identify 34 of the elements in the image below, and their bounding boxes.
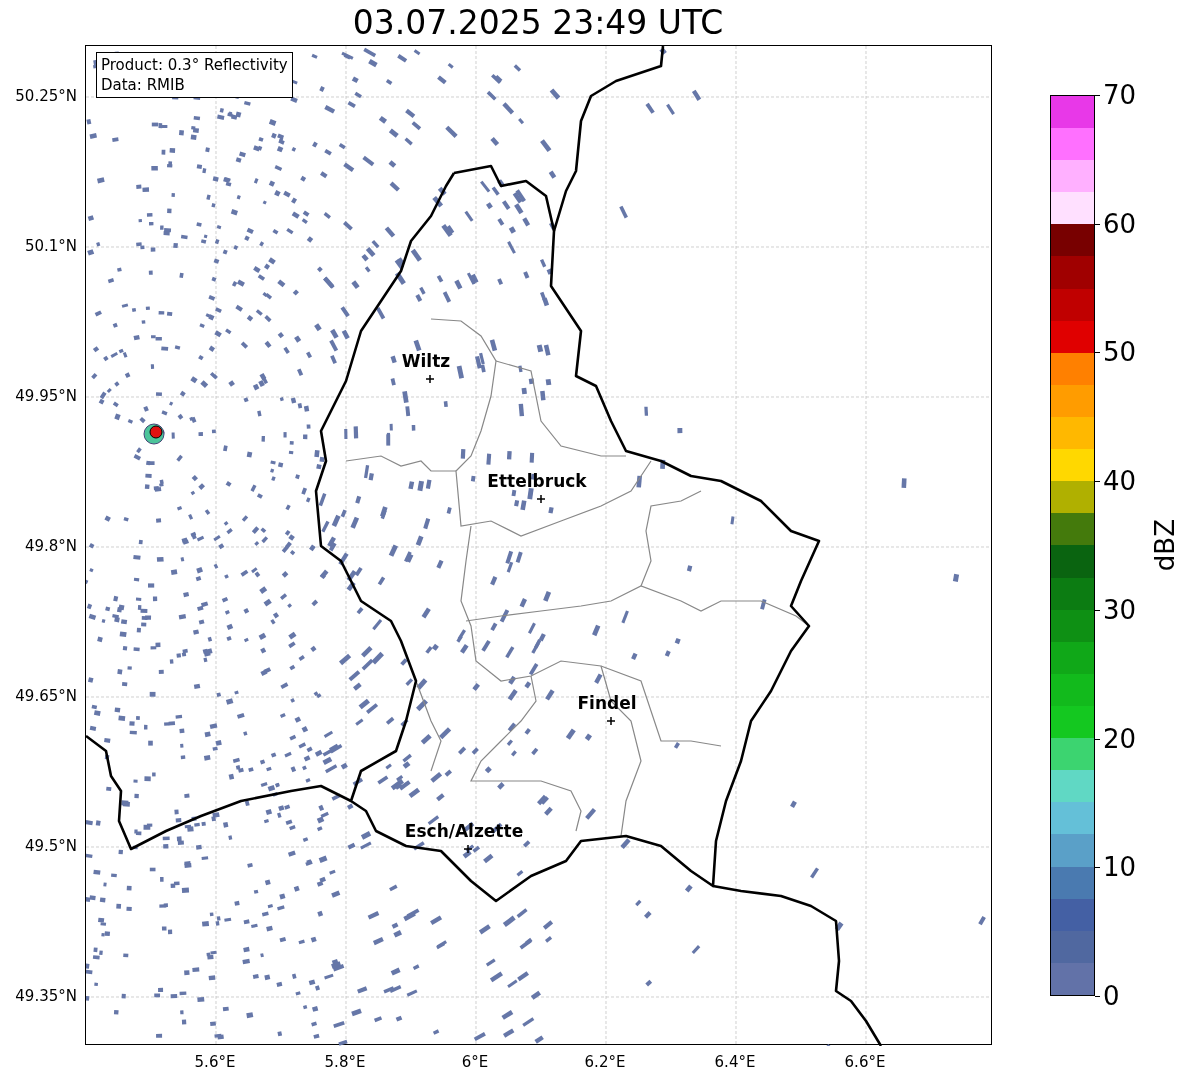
colorbar-tick-label: 40 xyxy=(1103,466,1137,497)
longitude-label: 5.8°E xyxy=(324,1053,366,1071)
city-label: Ettelbruck xyxy=(487,471,587,491)
colorbar-label: dBZ xyxy=(1150,519,1180,572)
city-label: Wiltz xyxy=(401,351,451,371)
latitude-label: 49.65°N xyxy=(15,687,77,705)
colorbar-tick-label: 30 xyxy=(1103,594,1137,625)
longitude-label: 6.2°E xyxy=(584,1053,626,1071)
info-text: Data: RMIB xyxy=(101,75,186,95)
longitude-label: 6.6°E xyxy=(844,1053,886,1071)
city-marker-icon xyxy=(463,844,473,854)
colorbar-tick-label: 20 xyxy=(1103,723,1137,754)
latitude-label: 50.25°N xyxy=(15,87,77,105)
colorbar-tick-label: 70 xyxy=(1103,80,1137,110)
radar-site-icon xyxy=(143,423,165,445)
colorbar-tick-label: 60 xyxy=(1103,208,1137,239)
longitude-label: 6.4°E xyxy=(714,1053,756,1071)
latitude-label: 50.1°N xyxy=(24,237,77,255)
plot-title: 03.07.2025 23:49 UTC xyxy=(352,2,724,44)
latitude-label: 49.8°N xyxy=(24,537,77,555)
colorbar-tick-label: 50 xyxy=(1103,337,1137,368)
colorbar-tick-label: 0 xyxy=(1103,981,1120,1011)
city-marker-icon xyxy=(425,374,435,384)
city-label: Esch/Alzette xyxy=(404,821,524,841)
latitude-label: 49.5°N xyxy=(24,837,77,855)
longitude-label: 6°E xyxy=(461,1053,489,1071)
longitude-label: 5.6°E xyxy=(194,1053,236,1071)
latitude-label: 49.95°N xyxy=(15,387,77,405)
city-marker-icon xyxy=(606,716,616,726)
info-text: Product: 0.3° Reflectivity xyxy=(101,55,288,75)
colorbar-tick-label: 10 xyxy=(1103,852,1137,883)
latitude-label: 49.35°N xyxy=(15,987,77,1005)
city-marker-icon xyxy=(536,494,546,504)
city-label: Findel xyxy=(577,693,637,713)
